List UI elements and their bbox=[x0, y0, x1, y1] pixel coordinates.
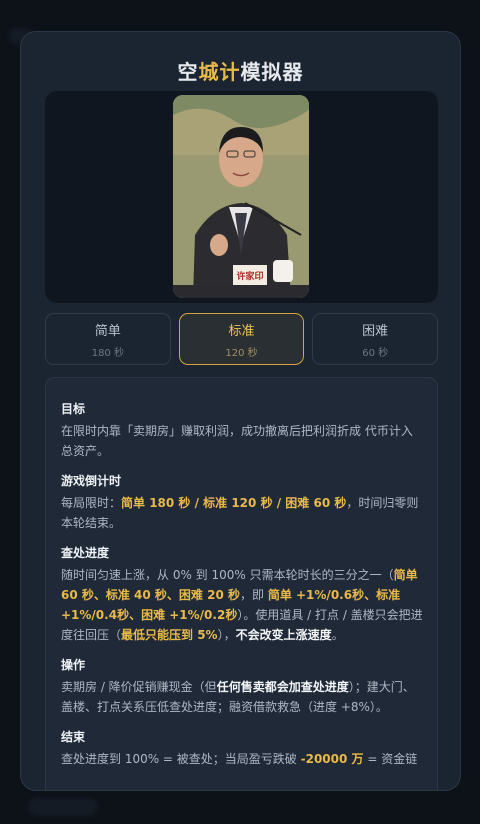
character-photo-frame: 许家印 bbox=[45, 91, 438, 303]
title-prefix: 空 bbox=[177, 60, 199, 84]
rule-operations: 操作 卖期房 / 降价促销赚现金（但任何售卖都会加查处进度）；建大门、盖楼、打点… bbox=[61, 656, 423, 717]
rule-heading: 操作 bbox=[61, 658, 86, 672]
difficulty-time: 180 秒 bbox=[91, 347, 124, 359]
difficulty-standard-button[interactable]: 标准 120 秒 bbox=[178, 313, 305, 365]
rule-heading: 查处进度 bbox=[61, 546, 110, 560]
difficulty-time: 120 秒 bbox=[225, 347, 258, 359]
page-title: 空城计模拟器 bbox=[21, 56, 460, 85]
difficulty-label: 标准 bbox=[228, 323, 255, 339]
rule-text: 在限时内靠「卖期房」赚取利润，成功撤离后把利润折成 代币计入总资产。 bbox=[61, 424, 413, 458]
title-accent: 城计 bbox=[198, 60, 241, 84]
background-blur bbox=[28, 798, 98, 816]
rule-heading: 目标 bbox=[61, 402, 86, 416]
difficulty-easy-button[interactable]: 简单 180 秒 bbox=[45, 313, 171, 365]
difficulty-time: 60 秒 bbox=[362, 347, 389, 359]
difficulty-label: 困难 bbox=[362, 323, 389, 339]
character-photo: 许家印 bbox=[173, 95, 309, 298]
difficulty-selector: 简单 180 秒 标准 120 秒 困难 60 秒 bbox=[45, 313, 439, 365]
rule-goal: 目标 在限时内靠「卖期房」赚取利润，成功撤离后把利润折成 代币计入总资产。 bbox=[61, 400, 423, 461]
simulator-card: 空城计模拟器 许家印 简单 180 秒 标准 120 秒 困难 60 秒 目标 … bbox=[20, 31, 461, 791]
rule-heading: 游戏倒计时 bbox=[61, 474, 122, 488]
rule-text: 随时间匀速上涨，从 0% 到 100% 只需本轮时长的三分之一（简单 60 秒、… bbox=[61, 568, 423, 642]
difficulty-hard-button[interactable]: 困难 60 秒 bbox=[312, 313, 439, 365]
rule-text: 每局限时：简单 180 秒 / 标准 120 秒 / 困难 60 秒，时间归零则… bbox=[61, 496, 419, 530]
nameplate-text: 许家印 bbox=[236, 270, 263, 282]
title-suffix: 模拟器 bbox=[240, 60, 304, 84]
rule-timer: 游戏倒计时 每局限时：简单 180 秒 / 标准 120 秒 / 困难 60 秒… bbox=[61, 472, 423, 533]
rule-text: 查处进度到 100% = 被查处；当局盈亏跌破 -20000 万 = 资金链 bbox=[61, 752, 418, 766]
rule-end: 结束 查处进度到 100% = 被查处；当局盈亏跌破 -20000 万 = 资金… bbox=[61, 728, 423, 769]
rule-text: 卖期房 / 降价促销赚现金（但任何售卖都会加查处进度）；建大门、盖楼、打点关系压… bbox=[61, 680, 415, 714]
rule-heading: 结束 bbox=[61, 730, 86, 744]
rules-panel[interactable]: 目标 在限时内靠「卖期房」赚取利润，成功撤离后把利润折成 代币计入总资产。 游戏… bbox=[45, 377, 438, 790]
rule-progress: 查处进度 随时间匀速上涨，从 0% 到 100% 只需本轮时长的三分之一（简单 … bbox=[61, 544, 423, 645]
difficulty-label: 简单 bbox=[94, 323, 121, 339]
